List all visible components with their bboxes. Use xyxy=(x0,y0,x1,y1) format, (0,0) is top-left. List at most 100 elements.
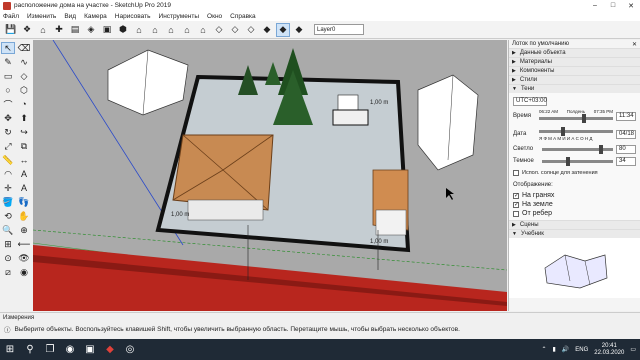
back-view-icon[interactable]: ⌂ xyxy=(180,23,194,37)
select-tool-icon[interactable]: ↖ xyxy=(1,42,15,54)
minimize-button[interactable]: – xyxy=(586,0,604,11)
layout-icon[interactable]: ▤ xyxy=(68,23,82,37)
extension-icon[interactable]: ✚ xyxy=(52,23,66,37)
offset-tool-icon[interactable]: ⧉ xyxy=(17,140,31,152)
freehand-tool-icon[interactable]: ∿ xyxy=(17,56,31,68)
network-icon[interactable]: ▮ xyxy=(552,346,555,353)
pan-tool-icon[interactable]: ✋ xyxy=(17,210,31,222)
section-plane-icon[interactable]: ⧄ xyxy=(1,266,15,278)
task-view-icon[interactable]: ❐ xyxy=(40,339,60,360)
light-slider[interactable] xyxy=(542,144,613,154)
polygon-tool-icon[interactable]: ⬡ xyxy=(17,84,31,96)
orbit-tool-icon[interactable]: ⟲ xyxy=(1,210,15,222)
xray-icon[interactable]: ◇ xyxy=(212,23,226,37)
dark-slider[interactable] xyxy=(542,156,613,166)
zoom-extents-tool-icon[interactable]: ⊞ xyxy=(1,238,15,250)
3d-warehouse-icon[interactable]: ⌂ xyxy=(36,23,50,37)
dark-input[interactable]: 34 xyxy=(616,156,636,166)
date-slider[interactable] xyxy=(539,127,613,136)
rotated-rect-tool-icon[interactable]: ◇ xyxy=(17,70,31,82)
monochrome-icon[interactable]: ◆ xyxy=(292,23,306,37)
on-ground-checkbox[interactable]: ✓ xyxy=(513,201,519,208)
dimension-tool-icon[interactable]: ↔ xyxy=(17,154,31,166)
menu-window[interactable]: Окно xyxy=(207,13,222,20)
utc-dropdown[interactable]: UTC+03:00 xyxy=(513,96,547,106)
time-slider[interactable] xyxy=(539,114,613,123)
light-input[interactable]: 80 xyxy=(616,144,636,154)
components-icon[interactable]: ❖ xyxy=(20,23,34,37)
wireframe-icon[interactable]: ◇ xyxy=(228,23,242,37)
from-edges-checkbox[interactable] xyxy=(513,210,519,217)
rotate-tool-icon[interactable]: ↻ xyxy=(1,126,15,138)
section-materials[interactable]: ▶ Материалы xyxy=(509,57,640,66)
look-around-icon[interactable]: 👁 xyxy=(17,252,31,264)
maximize-button[interactable]: □ xyxy=(604,0,622,11)
axes-tool-icon[interactable]: ✛ xyxy=(1,182,15,194)
volume-icon[interactable]: 🔊 xyxy=(562,346,569,353)
info-icon[interactable]: ⓘ xyxy=(4,324,11,334)
sun-shading-checkbox[interactable] xyxy=(513,170,519,176)
protractor-tool-icon[interactable]: ◠ xyxy=(1,168,15,180)
on-faces-checkbox[interactable]: ✓ xyxy=(513,192,519,199)
menu-camera[interactable]: Камера xyxy=(84,13,107,20)
date-input[interactable]: 04/18 xyxy=(616,129,636,139)
time-input[interactable]: 11:34 xyxy=(616,111,636,121)
move-tool-icon[interactable]: ✥ xyxy=(1,112,15,124)
zoom-window-tool-icon[interactable]: ⊕ xyxy=(17,224,31,236)
menu-tools[interactable]: Инструменты xyxy=(159,13,200,20)
app-icon[interactable]: ◎ xyxy=(120,339,140,360)
cursor-tool-icon[interactable]: ◉ xyxy=(17,266,31,278)
top-view-icon[interactable]: ⌂ xyxy=(132,23,146,37)
section-components[interactable]: ▶ Компоненты xyxy=(509,66,640,75)
close-button[interactable]: ✕ xyxy=(622,0,640,11)
followme-tool-icon[interactable]: ↪ xyxy=(17,126,31,138)
solid-icon[interactable]: ▣ xyxy=(100,23,114,37)
pie-tool-icon[interactable]: ◔ xyxy=(17,98,31,110)
sandbox-icon[interactable]: ◈ xyxy=(84,23,98,37)
save-icon[interactable]: 💾 xyxy=(4,23,18,37)
iso-view-icon[interactable]: ⬢ xyxy=(116,23,130,37)
section-entity-info[interactable]: ▶ Данные объекта xyxy=(509,48,640,57)
paint-tool-icon[interactable]: 🪣 xyxy=(1,196,15,208)
section-instructor[interactable]: ▼ Учебник xyxy=(509,229,640,238)
menu-edit[interactable]: Изменить xyxy=(27,13,56,20)
3d-text-tool-icon[interactable]: A xyxy=(17,182,31,194)
section-scenes[interactable]: ▶ Сцены xyxy=(509,220,640,229)
walk-tool-icon[interactable]: 👣 xyxy=(17,196,31,208)
tape-tool-icon[interactable]: 📏 xyxy=(1,154,15,166)
notifications-icon[interactable]: ▭ xyxy=(630,346,636,353)
hidden-line-icon[interactable]: ◇ xyxy=(244,23,258,37)
menu-file[interactable]: Файл xyxy=(3,13,19,20)
menu-help[interactable]: Справка xyxy=(230,13,256,20)
language-indicator[interactable]: ENG xyxy=(575,347,588,353)
position-camera-icon[interactable]: ⊙ xyxy=(1,252,15,264)
search-icon[interactable]: ⚲ xyxy=(20,339,40,360)
menu-draw[interactable]: Нарисовать xyxy=(115,13,151,20)
front-view-icon[interactable]: ⌂ xyxy=(148,23,162,37)
arc-tool-icon[interactable]: ⌒ xyxy=(1,98,15,110)
right-view-icon[interactable]: ⌂ xyxy=(164,23,178,37)
text-tool-icon[interactable]: A xyxy=(17,168,31,180)
eraser-tool-icon[interactable]: ⌫ xyxy=(17,42,31,54)
clock[interactable]: 20:41 22.03.2020 xyxy=(594,343,624,357)
tray-close-icon[interactable]: ✕ xyxy=(632,41,637,48)
chrome-icon[interactable]: ◉ xyxy=(60,339,80,360)
modeling-viewport[interactable]: 1,00 m 1,00 m 1,00 m xyxy=(33,40,507,311)
layer-dropdown[interactable]: Layer0 xyxy=(314,24,364,35)
start-icon[interactable]: ⊞ xyxy=(0,339,20,360)
circle-tool-icon[interactable]: ○ xyxy=(1,84,15,96)
shaded-icon[interactable]: ◆ xyxy=(260,23,274,37)
previous-view-icon[interactable]: ⟵ xyxy=(17,238,31,250)
left-view-icon[interactable]: ⌂ xyxy=(196,23,210,37)
line-tool-icon[interactable]: ✎ xyxy=(1,56,15,68)
tray-chevron-icon[interactable]: ⌃ xyxy=(541,346,546,353)
section-styles[interactable]: ▶ Стили xyxy=(509,75,640,84)
section-shadows[interactable]: ▼ Тени xyxy=(509,84,640,93)
scale-tool-icon[interactable]: ⤢ xyxy=(1,140,15,152)
screen-recorder-icon[interactable]: ▣ xyxy=(80,339,100,360)
pushpull-tool-icon[interactable]: ⬆ xyxy=(17,112,31,124)
menu-view[interactable]: Вид xyxy=(64,13,76,20)
rectangle-tool-icon[interactable]: ▭ xyxy=(1,70,15,82)
zoom-tool-icon[interactable]: 🔍 xyxy=(1,224,15,236)
sketchup-taskbar-icon[interactable]: ◆ xyxy=(100,339,120,360)
